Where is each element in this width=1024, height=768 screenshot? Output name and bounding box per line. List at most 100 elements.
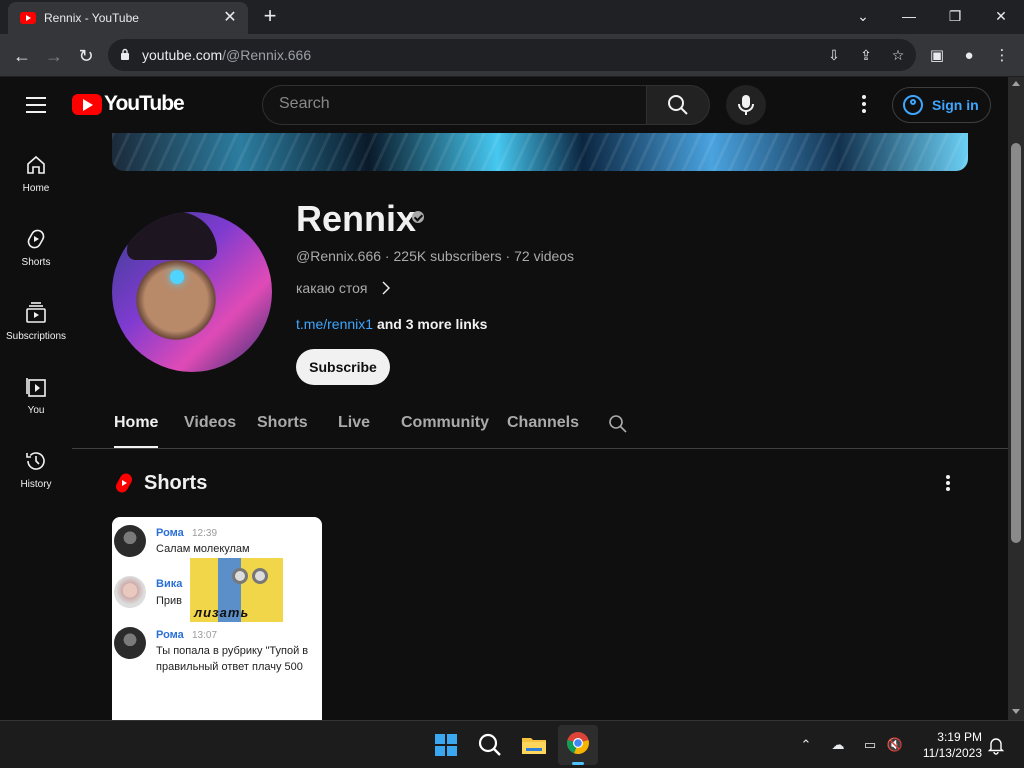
channel-links: t.me/rennix1 and 3 more links xyxy=(296,316,487,332)
channel-search-icon[interactable] xyxy=(608,414,628,434)
message-author: Рома xyxy=(156,629,184,641)
clock-date: 11/13/2023 xyxy=(922,746,982,760)
browser-titlebar: Rennix - YouTube ✕ + ⌄ — ❐ ✕ xyxy=(0,0,1024,34)
address-bar[interactable]: youtube.com/@Rennix.666 ⇩ ⇪ ☆ xyxy=(108,39,916,71)
tab-home[interactable]: Home xyxy=(114,414,159,448)
forward-button[interactable]: → xyxy=(40,42,68,70)
install-app-icon[interactable]: ⇩ xyxy=(824,45,844,65)
file-explorer-icon[interactable] xyxy=(518,729,550,761)
settings-kebab-icon[interactable] xyxy=(854,93,874,117)
channel-description[interactable]: какаю стоя xyxy=(296,280,367,296)
side-panel-icon[interactable]: ▣ xyxy=(923,42,951,70)
channel-link[interactable]: t.me/rennix1 xyxy=(296,316,373,332)
guide-label: Shorts xyxy=(21,257,51,268)
message-text: Салам молекулам xyxy=(156,543,250,555)
minimize-button[interactable]: — xyxy=(886,0,932,34)
subscriber-count: 225K subscribers xyxy=(393,248,502,264)
more-links[interactable]: and 3 more links xyxy=(377,316,487,332)
message-text: Ты попала в рубрику "Тупой в xyxy=(156,645,309,657)
sign-in-label: Sign in xyxy=(932,97,979,113)
chevron-right-icon[interactable] xyxy=(380,280,392,296)
share-icon[interactable]: ⇪ xyxy=(856,45,876,65)
goggle xyxy=(232,568,248,584)
browser-tab[interactable]: Rennix - YouTube ✕ xyxy=(8,2,248,34)
chrome-menu-icon[interactable]: ⋮ xyxy=(988,42,1016,70)
avatar xyxy=(114,525,146,557)
taskbar-search-icon[interactable] xyxy=(474,729,506,761)
shorts-section-title: Shorts xyxy=(144,472,208,494)
shorts-logo-icon xyxy=(116,473,132,493)
channel-meta: @Rennix.666 · 225K subscribers · 72 vide… xyxy=(296,248,575,264)
network-icon[interactable]: ▭ xyxy=(860,735,880,755)
tab-close-icon[interactable]: ✕ xyxy=(220,8,240,28)
tab-shorts[interactable]: Shorts xyxy=(257,414,308,432)
guide-item-you[interactable]: You xyxy=(0,365,72,439)
taskbar-clock[interactable]: 3:19 PM 11/13/2023 xyxy=(912,729,982,761)
voice-search-button[interactable] xyxy=(726,85,766,125)
shorts-icon xyxy=(27,229,45,249)
search-input[interactable] xyxy=(279,95,629,113)
section-menu-icon[interactable] xyxy=(938,474,958,494)
goggle xyxy=(252,568,268,584)
channel-banner xyxy=(112,133,968,171)
tab-search-chevron-icon[interactable]: ⌄ xyxy=(840,0,886,34)
cloud-offline-icon[interactable]: ☁ xyxy=(828,735,848,755)
guide-item-subscriptions[interactable]: Subscriptions xyxy=(0,291,72,365)
guide-item-shorts[interactable]: Shorts xyxy=(0,217,72,291)
windows-taskbar: ⌃ ☁ ▭ 🔇 3:19 PM 11/13/2023 xyxy=(0,720,1024,768)
avatar xyxy=(114,576,146,608)
search-button[interactable] xyxy=(646,85,710,125)
guide-item-home[interactable]: Home xyxy=(0,143,72,217)
scrollbar-thumb[interactable] xyxy=(1011,143,1021,543)
clock-time: 3:19 PM xyxy=(937,730,982,744)
message-author: Рома xyxy=(156,527,184,539)
channel-avatar xyxy=(112,212,272,372)
channel-tabs: Home Videos Shorts Live Community Channe… xyxy=(72,400,1008,449)
tab-community[interactable]: Community xyxy=(401,414,489,432)
notification-bell-icon[interactable] xyxy=(986,735,1006,755)
guide-label: Subscriptions xyxy=(5,331,67,342)
account-icon xyxy=(903,95,923,115)
profile-icon[interactable]: ● xyxy=(955,42,983,70)
tab-videos[interactable]: Videos xyxy=(184,414,236,432)
chrome-icon xyxy=(567,732,589,755)
message-time: 13:07 xyxy=(192,630,218,641)
reload-button[interactable]: ↻ xyxy=(72,42,100,70)
yt-masthead: YouTube Sign in xyxy=(0,77,1008,133)
short-thumbnail[interactable]: Рома 12:39 Салам молекулам Вика Прив лиз… xyxy=(112,517,322,720)
windows-start-icon[interactable] xyxy=(430,729,462,761)
sign-in-button[interactable]: Sign in xyxy=(892,87,991,123)
new-tab-button[interactable]: + xyxy=(258,5,282,29)
verified-badge-icon xyxy=(412,211,424,223)
restore-button[interactable]: ❐ xyxy=(932,0,978,34)
youtube-favicon-icon xyxy=(20,12,36,24)
youtube-logo-icon[interactable] xyxy=(72,94,102,115)
search-box[interactable] xyxy=(262,85,647,125)
scroll-down-icon[interactable] xyxy=(1012,709,1020,714)
you-icon xyxy=(26,378,46,397)
guide-item-history[interactable]: History xyxy=(0,439,72,513)
microphone-icon xyxy=(738,95,754,115)
message-time: 12:39 xyxy=(192,528,218,539)
message-author: Вика xyxy=(156,578,183,590)
guide-label: History xyxy=(20,479,52,490)
minion-sticker: лизать xyxy=(190,558,283,622)
close-window-button[interactable]: ✕ xyxy=(978,0,1024,34)
youtube-wordmark[interactable]: YouTube xyxy=(104,92,185,116)
avatar xyxy=(114,627,146,659)
page-scrollbar[interactable] xyxy=(1008,77,1024,720)
home-icon xyxy=(27,155,45,174)
volume-muted-icon[interactable]: 🔇 xyxy=(885,735,905,755)
show-hidden-icons-chevron-icon[interactable]: ⌃ xyxy=(796,735,816,755)
lock-icon xyxy=(121,48,129,60)
chrome-taskbar-button[interactable] xyxy=(558,725,598,765)
subscribe-button[interactable]: Subscribe xyxy=(296,349,390,385)
tab-live[interactable]: Live xyxy=(338,414,370,432)
back-button[interactable]: ← xyxy=(8,42,36,70)
tab-channels[interactable]: Channels xyxy=(507,414,579,432)
guide-menu-icon[interactable] xyxy=(26,97,46,113)
browser-toolbar: ← → ↻ youtube.com/@Rennix.666 ⇩ ⇪ ☆ ▣ ● … xyxy=(0,34,1024,77)
scroll-up-icon[interactable] xyxy=(1012,81,1020,86)
search-icon xyxy=(668,95,688,115)
bookmark-star-icon[interactable]: ☆ xyxy=(888,45,908,65)
